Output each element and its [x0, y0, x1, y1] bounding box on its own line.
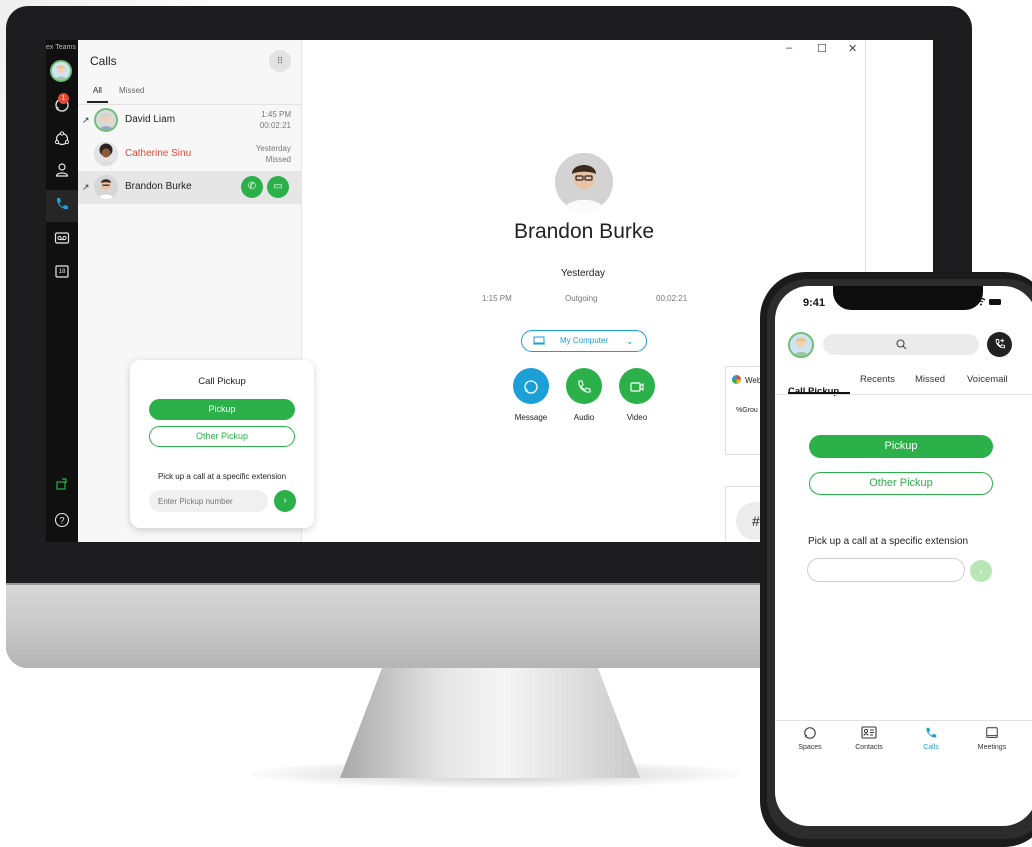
outgoing-arrow-icon: ↗ [82, 182, 90, 192]
nav-label: Contacts [855, 744, 883, 751]
user-avatar[interactable] [50, 60, 72, 82]
calls-panel: Calls ⠿ All Missed ↗ David Liam 1:45 PM 0… [78, 40, 314, 542]
pickup-go-button[interactable]: › [274, 490, 296, 512]
messaging-badge: 1 [58, 93, 69, 104]
caller-name: Brandon Burke [125, 181, 192, 192]
calls-title: Calls [90, 54, 117, 68]
calls-icon[interactable] [52, 196, 72, 216]
phone-nav-spaces[interactable]: Spaces [780, 726, 840, 751]
contacts-card-icon [839, 726, 899, 744]
phone-nav-contacts[interactable]: Contacts [839, 726, 899, 751]
phone-user-avatar[interactable] [788, 332, 814, 358]
web-card-group: %Grou [736, 407, 758, 414]
device-connection-icon[interactable] [52, 476, 72, 496]
calendar-day: 18 [58, 269, 66, 275]
phone-nav-meetings[interactable]: Meetings [962, 726, 1022, 751]
call-duration-detail: 00:02:21 [656, 294, 688, 303]
video-label: Video [626, 413, 648, 422]
tab-missed[interactable]: Missed [119, 86, 144, 95]
audio-call-button[interactable] [566, 368, 602, 404]
call-start-time: 1:15 PM [482, 294, 512, 303]
avatar [94, 142, 118, 166]
other-pickup-button[interactable]: Other Pickup [149, 426, 295, 447]
chevron-down-icon: ⌄ [626, 336, 634, 346]
status-time: 9:41 [803, 297, 826, 309]
device-selector[interactable]: My Computer ⌄ [521, 330, 647, 352]
new-call-button[interactable] [987, 332, 1012, 357]
call-time-value: Yesterday [255, 144, 291, 153]
close-icon[interactable]: ✕ [848, 42, 857, 55]
nav-label: Meetings [977, 744, 1007, 751]
phone-pickup-button[interactable]: Pickup [809, 435, 993, 458]
phone-notch [833, 286, 983, 310]
call-row-catherine-sinu[interactable]: Catherine Sinu Yesterday Missed [78, 138, 301, 171]
app-title: ex Teams [46, 44, 76, 51]
phone-pickup-extension-label: Pick up a call at a specific extension [808, 536, 969, 547]
call-pickup-title: Call Pickup [198, 376, 246, 387]
help-icon[interactable]: ? [52, 512, 72, 532]
status-icons [964, 296, 1004, 309]
meetings-icon [962, 726, 1022, 744]
avatar [94, 175, 118, 199]
pickup-button[interactable]: Pickup [149, 399, 295, 420]
phone-other-pickup-button[interactable]: Other Pickup [809, 472, 993, 495]
contact-name: Brandon Burke [513, 220, 655, 243]
call-time-value: 1:45 PM [261, 110, 291, 119]
dialpad-button[interactable]: ⠿ [269, 50, 291, 72]
phone-tab-recents[interactable]: Recents [860, 374, 895, 385]
row-video-call-button[interactable]: ▭ [267, 176, 289, 198]
voicemail-icon[interactable] [52, 230, 72, 250]
call-time: 1:45 PM 00:02:21 [260, 109, 291, 131]
call-pickup-card: Call Pickup Pickup Other Pickup Pick up … [130, 360, 314, 528]
caller-name: Catherine Sinu [125, 148, 192, 159]
minimize-icon[interactable]: – [786, 42, 792, 54]
phone-pickup-go-button[interactable]: › [970, 560, 992, 582]
teams-icon[interactable] [52, 131, 72, 151]
pickup-number-input[interactable] [149, 490, 268, 512]
spaces-icon [780, 726, 840, 744]
phone-tab-divider [775, 394, 1032, 395]
contacts-icon[interactable] [52, 162, 72, 182]
nav-label: Calls [923, 744, 939, 751]
outgoing-arrow-icon: ↗ [82, 115, 90, 125]
call-direction: Outgoing [565, 294, 598, 303]
imac-stand [340, 668, 640, 778]
message-button[interactable] [513, 368, 549, 404]
call-row-brandon-burke[interactable]: ↗ Brandon Burke ✆ ▭ [78, 171, 301, 204]
phone-search-bar[interactable] [823, 334, 979, 355]
svg-text:?: ? [59, 516, 64, 526]
device-label: My Computer [560, 336, 609, 345]
webex-logo-icon [732, 375, 741, 384]
web-card-title: Web [745, 376, 762, 385]
laptop-icon [533, 331, 545, 359]
audio-label: Audio [573, 413, 595, 422]
row-audio-call-button[interactable]: ✆ [241, 176, 263, 198]
maximize-icon[interactable]: ☐ [817, 42, 827, 55]
caller-name: David Liam [125, 114, 176, 125]
phone-tab-missed[interactable]: Missed [915, 374, 945, 385]
phone-nav-divider [775, 720, 1032, 721]
calls-icon [901, 726, 961, 744]
video-call-button[interactable] [619, 368, 655, 404]
tab-all-underline [87, 101, 108, 103]
phone-tab-voicemail[interactable]: Voicemail [967, 374, 1008, 385]
phone-screen: 9:41 Call Pickup Recents Missed Voicemai… [775, 286, 1032, 826]
tab-all[interactable]: All [93, 86, 102, 95]
message-label: Message [514, 413, 548, 422]
phone-nav-calls[interactable]: Calls [901, 726, 961, 751]
call-time: Yesterday Missed [256, 143, 291, 165]
contact-avatar [555, 153, 613, 211]
call-status: Missed [265, 155, 291, 164]
phone-pickup-number-input[interactable] [807, 558, 965, 582]
nav-label: Spaces [798, 744, 822, 751]
navigation-rail: ex Teams 1 18 ? [46, 40, 78, 542]
call-date: Yesterday [560, 268, 606, 279]
call-duration: 00:02:21 [259, 121, 291, 130]
call-row-david-liam[interactable]: ↗ David Liam 1:45 PM 00:02:21 [78, 104, 301, 137]
pickup-extension-label: Pick up a call at a specific extension [157, 472, 287, 481]
avatar [94, 108, 118, 132]
